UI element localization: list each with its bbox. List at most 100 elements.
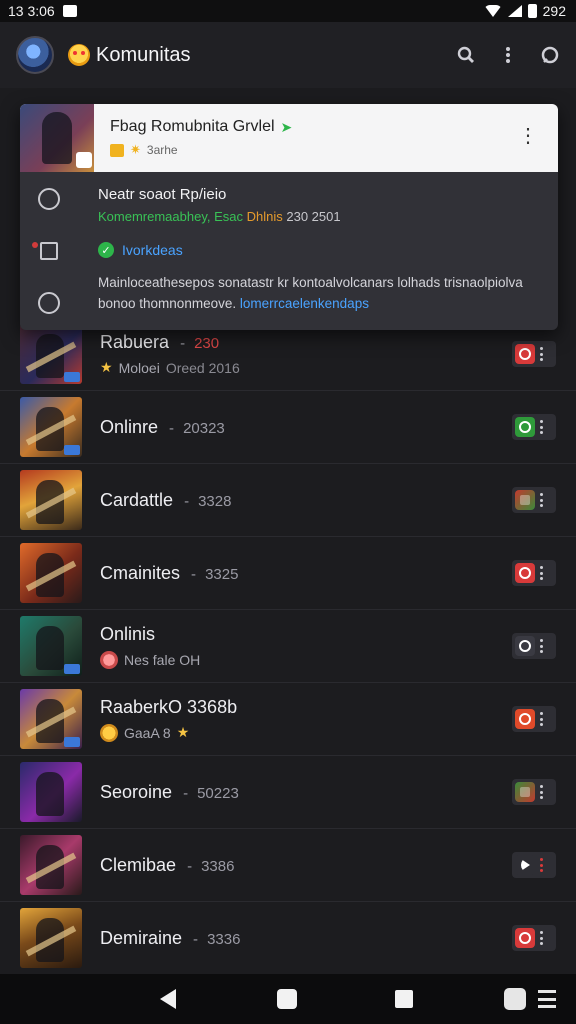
game-thumbnail [20,543,82,603]
more-icon[interactable] [540,420,544,434]
star-icon: ✷ [130,142,141,157]
popup-tag[interactable]: ✓ Ivorkdeas [98,242,540,258]
list-item[interactable]: Cmainites - 3325 [0,537,576,610]
row-title: Rabuera [100,332,170,352]
row-title: Demiraine [100,927,183,948]
row-subtitle: Moloei [118,359,160,376]
star-icon: ★ [100,359,113,375]
list-item[interactable]: Seoroine - 50223 [0,756,576,829]
row-title: Onlinre [100,416,159,437]
recents-icon[interactable] [395,990,413,1008]
menu-icon[interactable] [538,990,556,1008]
game-thumbnail [20,397,82,457]
popup-title: Fbag Romubnita Grvlel [110,118,275,135]
app-bar: Komunitas [0,22,576,88]
star-icon: ★ [176,724,190,740]
status-time: 13 3:06 [8,3,55,19]
game-thumbnail [20,616,82,676]
more-icon[interactable] [540,858,544,872]
system-nav-bar [0,974,576,1024]
more-icon[interactable] [540,493,544,507]
status-emoji-icon [100,650,118,669]
game-thumbnail [20,689,82,749]
status-bar: 13 3:06 292 [0,0,576,22]
check-circle-icon[interactable] [38,292,60,314]
check-icon: ✓ [98,242,114,258]
list-item[interactable]: Onlinre - 20323 [0,391,576,464]
game-thumbnail [20,835,82,895]
row-action-button[interactable] [512,341,556,367]
search-icon[interactable] [456,45,476,65]
game-thumbnail [20,470,82,530]
row-action-button[interactable] [512,779,556,805]
row-count: 50223 [197,784,239,802]
popup-description: Mainloceathesepos sonatastr kr kontoalvo… [98,275,523,311]
more-icon[interactable] [540,785,544,799]
row-action-button[interactable] [512,925,556,951]
more-icon[interactable] [540,712,544,726]
game-image-icon [515,490,535,510]
game-thumbnail [20,324,82,384]
record-icon [515,417,535,437]
community-list: Rabuera - 230 ★ Moloei Oreed 2016 Onlinr… [0,318,576,975]
row-action-button[interactable] [512,633,556,659]
game-thumbnail [20,908,82,968]
row-action-button[interactable] [512,706,556,732]
row-count: 3336 [207,930,241,948]
list-item[interactable]: RaaberkO 3368b GaaA 8 ★ [0,683,576,756]
row-action-button[interactable] [512,852,556,878]
list-item[interactable]: Cardattle - 3328 [0,464,576,537]
row-count: 20323 [183,419,225,437]
clock-icon[interactable] [38,188,60,210]
more-icon[interactable] [540,566,544,580]
record-icon [515,636,535,656]
row-title: Clemibae [100,854,177,875]
row-count: 230 [194,335,220,352]
game-thumbnail [20,762,82,822]
list-item[interactable]: Clemibae - 3386 [0,829,576,902]
more-vert-icon[interactable] [498,45,518,65]
more-icon[interactable] [540,347,544,361]
community-emoji-icon [68,44,90,66]
more-icon[interactable] [540,931,544,945]
wifi-icon [483,5,502,17]
record-icon [515,928,535,948]
home-icon[interactable] [277,989,297,1009]
popup-thumbnail [20,104,94,172]
checkbox-icon[interactable] [32,242,58,260]
game-image-icon [515,782,535,802]
page-title: Komunitas [96,43,191,66]
list-item[interactable]: Onlinis Nes fale OH [0,610,576,683]
status-emoji-icon [100,723,118,742]
row-subtitle: GaaA 8 [124,724,171,741]
popup-more-icon[interactable]: ⋮ [518,126,538,146]
verified-icon: ➤ [280,118,293,135]
row-count: 3328 [198,492,232,510]
row-title: Cmainites [100,562,181,583]
row-count: 3386 [201,857,235,875]
popup-meta: Komemremaabhey, Esac Dhlnis 230 2501 [98,209,341,224]
status-right-text: 292 [542,3,566,19]
settings-icon[interactable] [504,988,526,1010]
popup-body: Neatr soaot Rp/ieio Komemremaabhey, Esac… [20,172,558,330]
popup-header[interactable]: Fbag Romubnita Grvlel ➤ ✷ 3arhe ⋮ [20,104,558,172]
list-item[interactable]: Demiraine - 3336 [0,902,576,975]
row-action-button[interactable] [512,487,556,513]
battery-icon [527,4,537,18]
back-icon[interactable] [160,989,176,1009]
play-icon [515,855,535,875]
row-title: Onlinis [100,623,156,644]
row-title: Seoroine [100,781,173,802]
record-icon [515,709,535,729]
chat-icon[interactable] [540,45,560,65]
popup-heading: Neatr soaot Rp/ieio [98,186,227,203]
row-action-button[interactable] [512,560,556,586]
popup-link[interactable]: lomerrcaelenkendaps [240,296,369,311]
row-title: Cardattle [100,489,174,510]
row-subtitle: Nes fale OH [124,651,201,668]
row-action-button[interactable] [512,414,556,440]
more-icon[interactable] [540,639,544,653]
avatar[interactable] [16,36,54,74]
community-popup-card: Fbag Romubnita Grvlel ➤ ✷ 3arhe ⋮ Neatr … [20,104,558,330]
signal-icon [507,5,522,17]
